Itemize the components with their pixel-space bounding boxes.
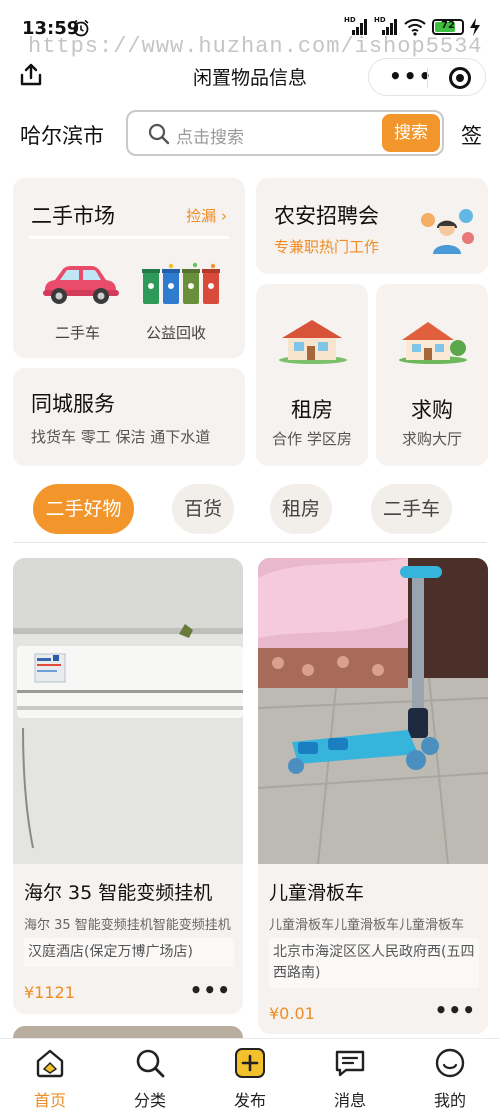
tabbar-profile[interactable]: 我的 [410,1047,490,1111]
card-title: 二手市场 [31,204,115,228]
search-icon [148,123,170,145]
city-selector[interactable]: 哈尔滨市 [20,120,104,150]
product-photo [13,558,243,864]
tabbar-label: 首页 [33,1091,66,1110]
card-title: 租房 [291,398,333,422]
search-row: 哈尔滨市 点击搜索 搜索 签 [0,108,500,158]
more-options-button[interactable]: ••• [190,978,231,1002]
tab-used-cars[interactable]: 二手车 [371,484,452,534]
smile-icon [435,1048,465,1078]
search-button[interactable]: 搜索 [382,114,440,152]
bargain-link[interactable]: 捡漏 › [186,205,227,226]
divider [13,542,487,543]
wanted-card[interactable]: 求购 求购大厅 [376,284,488,466]
close-icon[interactable] [449,67,471,89]
recycle-bins-icon[interactable] [141,262,221,306]
tabbar-category[interactable]: 分类 [110,1047,190,1111]
search-placeholder: 点击搜索 [176,128,244,148]
card-subtitle: 专兼职热门工作 [274,238,380,256]
product-location: 汉庭酒店(保定万博广场店) [24,938,234,967]
used-car-label[interactable]: 二手车 [55,322,100,343]
product-location: 北京市海淀区区人民政府西(五四西路南) [269,938,479,988]
battery-icon: 72 [432,19,464,35]
tab-second-hand-goods[interactable]: 二手好物 [33,484,134,534]
tab-rent[interactable]: 租房 [270,484,332,534]
charity-recycling-label[interactable]: 公益回收 [146,322,206,343]
card-subtitle: 求购大厅 [401,430,462,448]
card-subtitle: 找货车 零工 保洁 通下水道 [31,428,211,446]
product-card[interactable]: 海尔 35 智能变频挂机 海尔 35 智能变频挂机智能变频挂机 汉庭酒店(保定万… [13,558,243,1014]
search-input[interactable]: 点击搜索 搜索 [126,110,444,156]
more-options-button[interactable]: ••• [435,998,476,1022]
card-underline [29,236,229,239]
miniapp-capsule: ••• [368,58,486,96]
tabbar-publish[interactable]: 发布 [210,1047,290,1111]
product-description: 海尔 35 智能变频挂机智能变频挂机 [24,918,231,933]
bottom-tab-bar: 首页 分类 发布 消息 我的 [0,1038,500,1111]
capsule-divider [427,68,428,88]
recruiter-icon [421,209,474,254]
product-title: 海尔 35 智能变频挂机 [24,882,213,904]
job-fair-card[interactable]: 农安招聘会 专兼职热门工作 [256,178,488,274]
card-title: 求购 [411,398,453,422]
category-tabs: 二手好物 百货 租房 二手车 [0,484,500,536]
villa-icon [399,322,467,364]
second-hand-market-card[interactable]: 二手市场 捡漏 › 二手车 公益回收 [13,178,245,358]
tabbar-label: 我的 [433,1091,466,1110]
message-icon [335,1050,365,1077]
product-price: ¥0.01 [269,1004,315,1023]
nav-bar: 闲置物品信息 ••• [0,54,500,98]
card-title: 农安招聘会 [274,204,379,228]
product-title: 儿童滑板车 [269,882,365,904]
sign-in-button[interactable]: 签 [461,120,482,150]
tabbar-label: 消息 [333,1091,366,1110]
home-icon [36,1049,64,1078]
product-price: ¥1121 [24,983,75,1002]
card-subtitle: 合作 学区房 [272,430,352,448]
tabbar-label: 发布 [233,1091,266,1110]
local-services-card[interactable]: 同城服务 找货车 零工 保洁 通下水道 [13,368,245,466]
chevron-right-icon: › [221,207,227,225]
product-card[interactable]: 儿童滑板车 儿童滑板车儿童滑板车儿童滑板车 北京市海淀区区人民政府西(五四西路南… [258,558,488,1034]
bargain-link-label: 捡漏 [186,207,217,225]
add-icon [235,1048,265,1078]
rent-card[interactable]: 租房 合作 学区房 [256,284,368,466]
tab-general-goods[interactable]: 百货 [172,484,234,534]
product-photo [258,558,488,864]
house-icon [279,320,347,364]
tabbar-label: 分类 [133,1091,166,1110]
card-title: 同城服务 [31,392,115,416]
search-icon [136,1049,165,1078]
product-description: 儿童滑板车儿童滑板车儿童滑板车 [269,918,465,933]
tabbar-messages[interactable]: 消息 [310,1047,390,1111]
tabbar-home[interactable]: 首页 [10,1047,90,1111]
car-icon[interactable] [39,260,121,306]
battery-level: 72 [441,20,455,31]
